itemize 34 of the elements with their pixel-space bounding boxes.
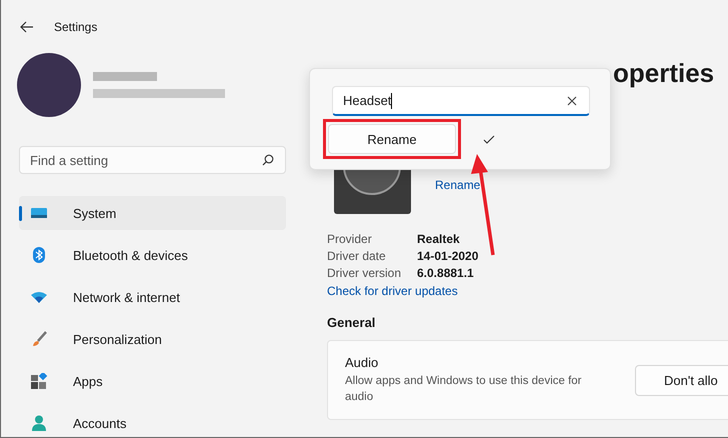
detail-label: Driver version [327, 266, 402, 280]
monitor-icon [30, 207, 48, 219]
nav-item[interactable]: Bluetooth & devices [19, 238, 286, 272]
wifi-icon [30, 291, 48, 303]
search-field[interactable]: Find a setting [19, 146, 286, 174]
nav-item[interactable]: Network & internet [19, 280, 286, 314]
redacted-name [93, 72, 157, 81]
dont-allow-button[interactable]: Don't allo [635, 364, 728, 396]
detail-value: Realtek [417, 232, 461, 246]
detail-label: Driver date [327, 249, 387, 263]
nav-item[interactable]: Accounts [19, 406, 286, 437]
clear-icon[interactable] [567, 96, 577, 106]
detail-label: Provider [327, 232, 373, 246]
bluetooth-icon [30, 247, 48, 263]
checkmark-icon [483, 134, 495, 144]
back-arrow-icon[interactable] [20, 21, 34, 33]
page-title: operties [613, 58, 716, 90]
nav-item[interactable]: Apps [19, 364, 286, 398]
name-input-field[interactable]: Headset [332, 86, 590, 116]
window-title: Settings [54, 20, 98, 34]
rename-link[interactable]: Rename [435, 178, 480, 192]
apps-icon [30, 373, 48, 389]
nav-item[interactable]: System [19, 196, 286, 230]
nav-item[interactable]: Personalization [19, 322, 286, 356]
detail-value: 14-01-2020 [417, 249, 478, 263]
section-heading: General [327, 315, 376, 330]
search-icon [262, 154, 274, 166]
rename-button[interactable]: Rename [328, 124, 456, 154]
setting-title: Audio [345, 355, 380, 370]
detail-value: 6.0.8881.1 [417, 266, 475, 280]
person-icon [30, 415, 48, 431]
driver-updates-link[interactable]: Check for driver updates [327, 284, 728, 298]
setting-description: Allow apps and Windows to use this device for audio [345, 374, 583, 405]
brush-icon [30, 331, 48, 347]
